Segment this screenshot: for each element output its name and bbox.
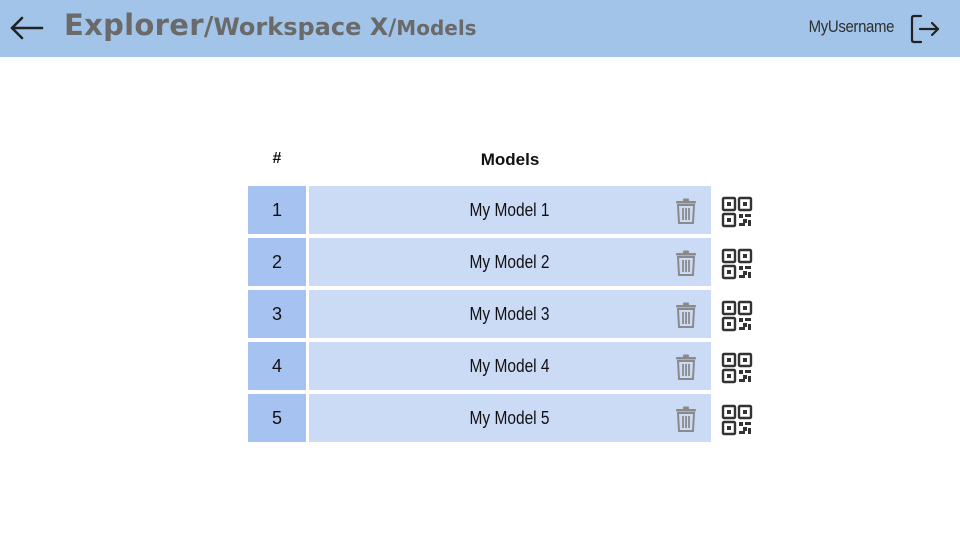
column-header-models: Models <box>480 150 540 169</box>
model-name-cell[interactable]: My Model 5 <box>309 394 711 442</box>
qr-code-button[interactable] <box>721 248 755 280</box>
table-row: 4 My Model 4 <box>248 342 768 390</box>
models-table: 1 My Model 1 2 My Model 2 3 My Model 3 4… <box>248 186 768 446</box>
model-name-cell[interactable]: My Model 2 <box>309 238 711 286</box>
qr-code-button[interactable] <box>721 352 755 384</box>
table-row: 3 My Model 3 <box>248 290 768 338</box>
breadcrumb-separator: / <box>203 12 214 42</box>
qr-code-icon <box>721 404 753 436</box>
qr-code-icon <box>721 352 753 384</box>
breadcrumb-separator: / <box>388 16 397 41</box>
model-name-cell[interactable]: My Model 1 <box>309 186 711 234</box>
trash-icon <box>676 354 696 380</box>
breadcrumb-explorer[interactable]: Explorer <box>64 8 204 42</box>
delete-model-button[interactable] <box>674 406 698 432</box>
logout-icon <box>910 14 940 44</box>
row-number: 5 <box>248 394 306 442</box>
delete-model-button[interactable] <box>674 302 698 328</box>
back-button[interactable] <box>8 13 46 43</box>
breadcrumb: Explorer / Workspace X / Models <box>64 8 477 48</box>
model-name[interactable]: My Model 4 <box>470 356 550 377</box>
username-label: MyUsername <box>808 17 895 36</box>
model-name[interactable]: My Model 2 <box>470 252 550 273</box>
qr-code-icon <box>721 196 753 228</box>
model-name[interactable]: My Model 3 <box>470 304 550 325</box>
top-bar: Explorer / Workspace X / Models MyUserna… <box>0 0 960 57</box>
qr-code-icon <box>721 300 753 332</box>
column-header-number: # <box>272 150 282 167</box>
row-number: 2 <box>248 238 306 286</box>
logout-button[interactable] <box>908 12 942 46</box>
table-row: 5 My Model 5 <box>248 394 768 442</box>
delete-model-button[interactable] <box>674 250 698 276</box>
arrow-left-icon <box>10 16 44 40</box>
trash-icon <box>676 250 696 276</box>
delete-model-button[interactable] <box>674 354 698 380</box>
trash-icon <box>676 406 696 432</box>
qr-code-button[interactable] <box>721 404 755 436</box>
trash-icon <box>676 198 696 224</box>
row-number: 4 <box>248 342 306 390</box>
breadcrumb-current-page: Models <box>396 16 477 40</box>
model-name-cell[interactable]: My Model 3 <box>309 290 711 338</box>
delete-model-button[interactable] <box>674 198 698 224</box>
breadcrumb-workspace[interactable]: Workspace X <box>213 13 388 41</box>
qr-code-icon <box>721 248 753 280</box>
table-row: 1 My Model 1 <box>248 186 768 234</box>
model-name-cell[interactable]: My Model 4 <box>309 342 711 390</box>
qr-code-button[interactable] <box>721 300 755 332</box>
row-number: 1 <box>248 186 306 234</box>
model-name[interactable]: My Model 1 <box>470 200 550 221</box>
row-number: 3 <box>248 290 306 338</box>
qr-code-button[interactable] <box>721 196 755 228</box>
table-row: 2 My Model 2 <box>248 238 768 286</box>
model-name[interactable]: My Model 5 <box>470 408 550 429</box>
trash-icon <box>676 302 696 328</box>
